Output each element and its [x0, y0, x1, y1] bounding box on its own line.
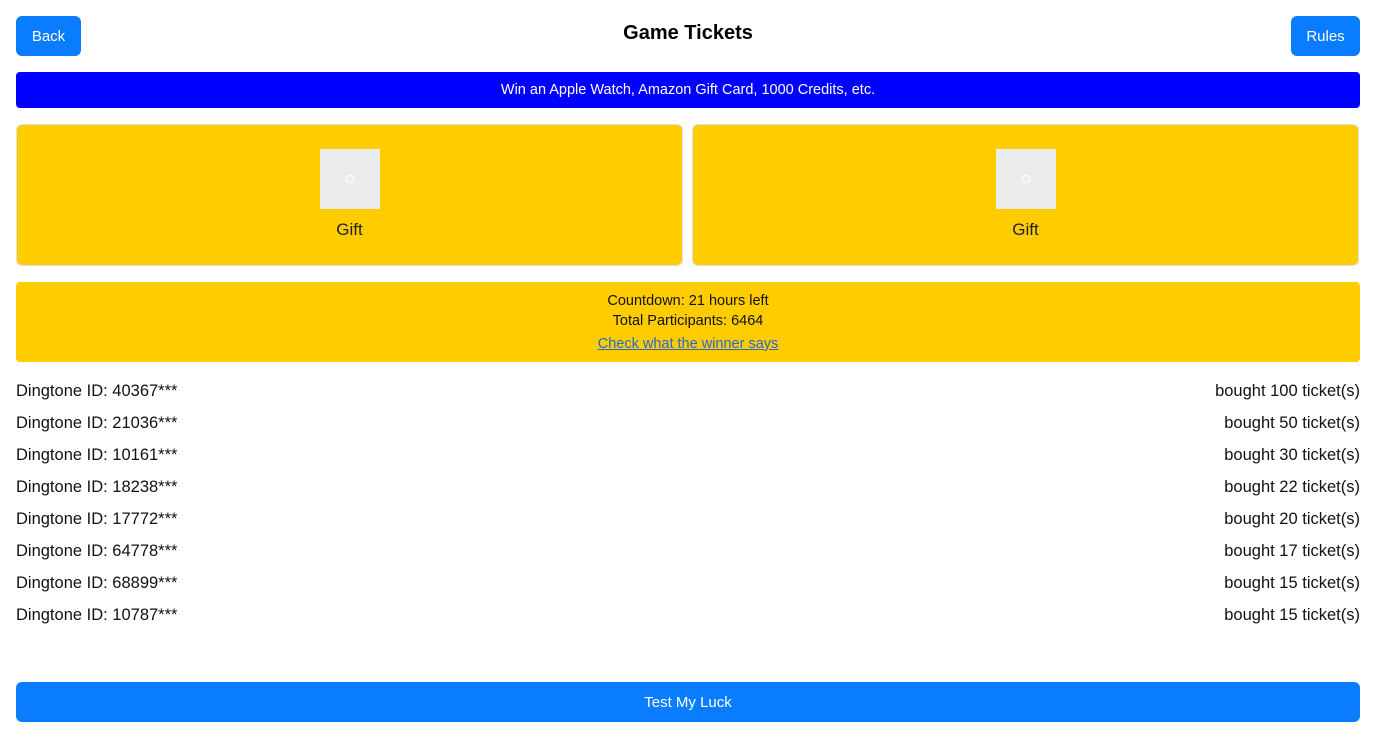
dingtone-id: Dingtone ID: 10161***	[16, 445, 178, 464]
ticket-count: bought 50 ticket(s)	[1224, 413, 1360, 432]
ticket-count: bought 20 ticket(s)	[1224, 509, 1360, 528]
gift-card[interactable]: Gift	[16, 124, 683, 266]
dingtone-id: Dingtone ID: 10787***	[16, 605, 178, 624]
dingtone-id: Dingtone ID: 40367***	[16, 381, 178, 400]
list-item: Dingtone ID: 64778*** bought 17 ticket(s…	[16, 535, 1360, 567]
buyers-list: Dingtone ID: 40367*** bought 100 ticket(…	[16, 375, 1360, 631]
ticket-count: bought 17 ticket(s)	[1224, 541, 1360, 560]
participants-count: Total Participants: 6464	[612, 313, 764, 329]
list-item: Dingtone ID: 10787*** bought 15 ticket(s…	[16, 599, 1360, 631]
page-title: Game Tickets	[623, 22, 753, 44]
gift-image-placeholder-icon	[319, 149, 380, 209]
dingtone-id: Dingtone ID: 18238***	[16, 477, 178, 496]
ticket-count: bought 15 ticket(s)	[1224, 573, 1360, 592]
list-item: Dingtone ID: 40367*** bought 100 ticket(…	[16, 375, 1360, 407]
dingtone-id: Dingtone ID: 17772***	[16, 509, 178, 528]
dingtone-id: Dingtone ID: 21036***	[16, 413, 178, 432]
ticket-count: bought 15 ticket(s)	[1224, 605, 1360, 624]
gift-label: Gift	[1012, 220, 1039, 239]
dingtone-id: Dingtone ID: 68899***	[16, 573, 178, 592]
rules-button[interactable]: Rules	[1291, 16, 1360, 56]
list-item: Dingtone ID: 21036*** bought 50 ticket(s…	[16, 407, 1360, 439]
gift-label: Gift	[336, 220, 363, 239]
dingtone-id: Dingtone ID: 64778***	[16, 541, 178, 560]
ticket-count: bought 22 ticket(s)	[1224, 477, 1360, 496]
list-item: Dingtone ID: 18238*** bought 22 ticket(s…	[16, 471, 1360, 503]
list-item: Dingtone ID: 68899*** bought 15 ticket(s…	[16, 567, 1360, 599]
winner-says-link[interactable]: Check what the winner says	[598, 334, 779, 354]
countdown-panel: Countdown: 21 hours left Total Participa…	[16, 282, 1360, 362]
gift-image-placeholder-icon	[995, 149, 1056, 209]
countdown-text: Countdown: 21 hours left	[607, 293, 769, 309]
game-tickets-page: Back Game Tickets Rules Win an Apple Wat…	[0, 0, 1376, 738]
ticket-count: bought 30 ticket(s)	[1224, 445, 1360, 464]
gift-card[interactable]: Gift	[692, 124, 1359, 266]
list-item: Dingtone ID: 17772*** bought 20 ticket(s…	[16, 503, 1360, 535]
list-item: Dingtone ID: 10161*** bought 30 ticket(s…	[16, 439, 1360, 471]
prize-banner: Win an Apple Watch, Amazon Gift Card, 10…	[16, 72, 1360, 108]
test-my-luck-button[interactable]: Test My Luck	[16, 682, 1360, 722]
ticket-count: bought 100 ticket(s)	[1215, 381, 1360, 400]
